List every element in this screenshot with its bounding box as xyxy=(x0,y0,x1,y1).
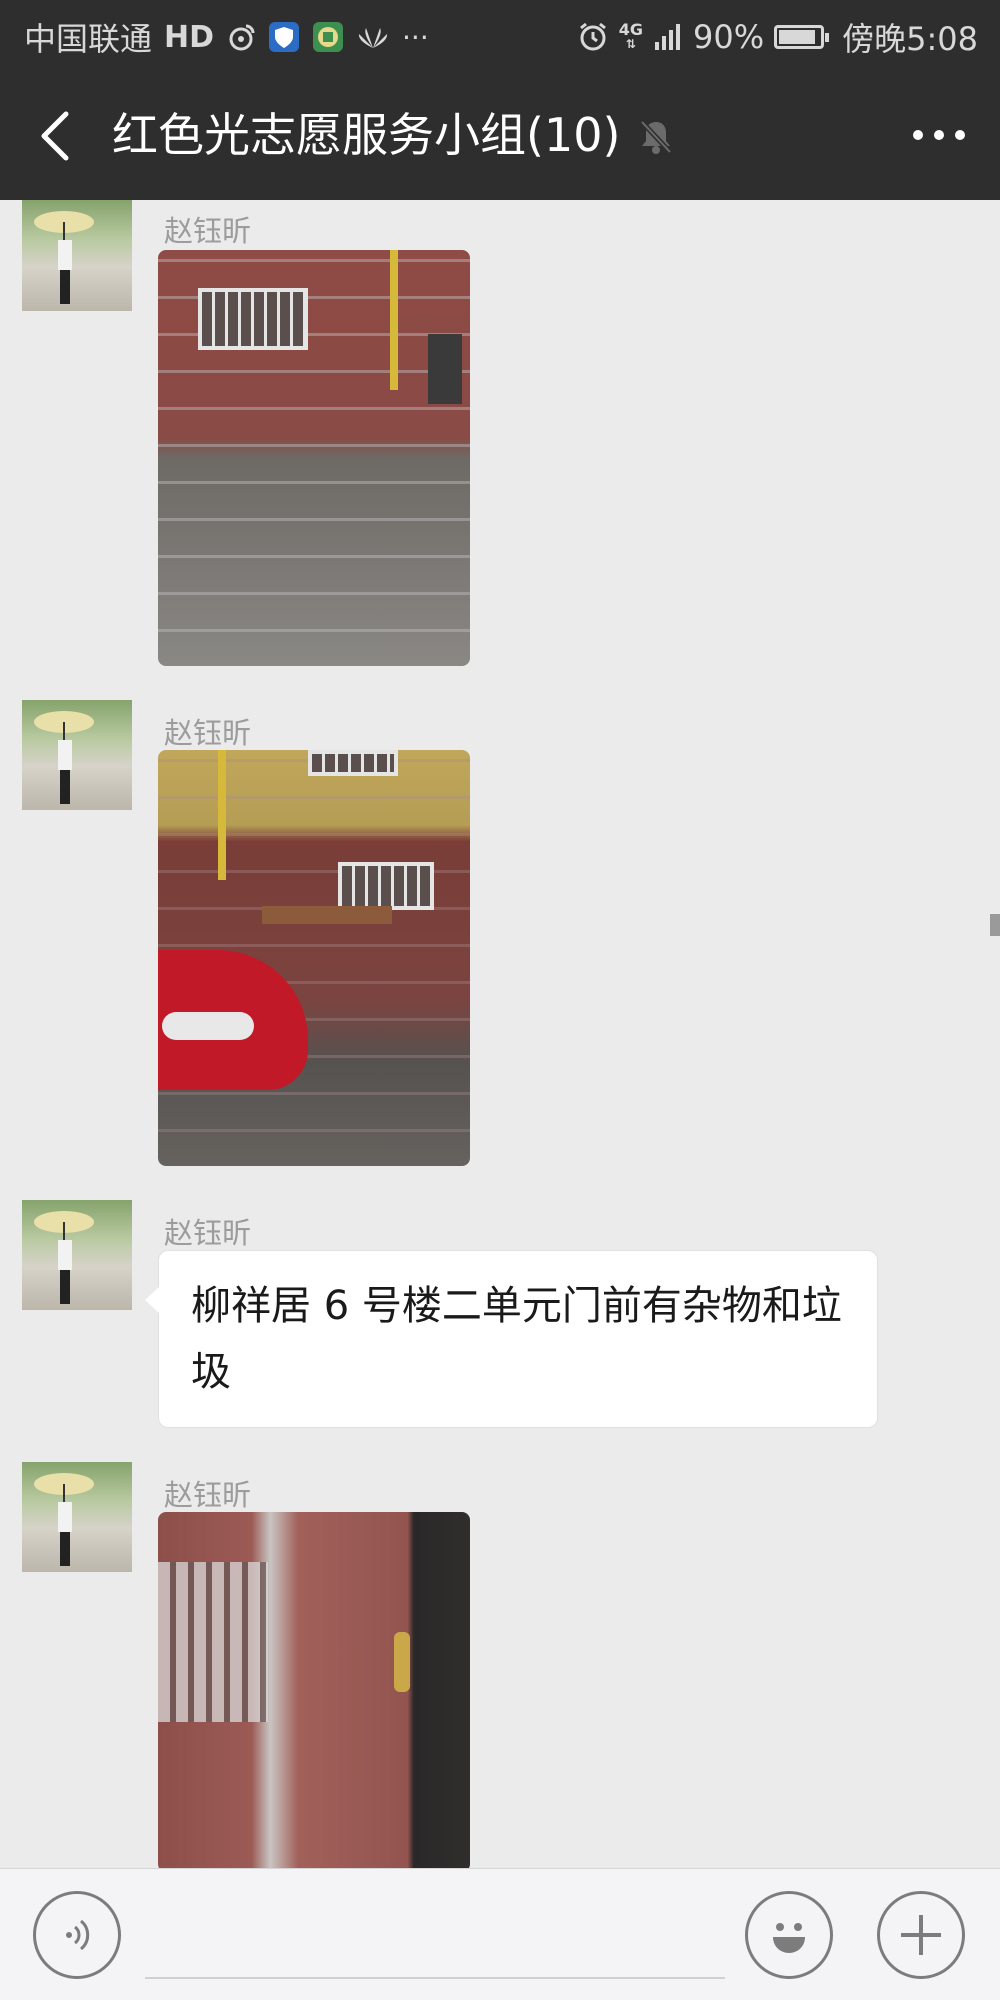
status-bar: 中国联通 HD ··· 4G ⇅ 90% 傍晚5:08 xyxy=(0,0,1000,70)
carrier-label: 中国联通 xyxy=(24,20,153,58)
avatar[interactable] xyxy=(22,700,132,810)
network-type-icon: 4G ⇅ xyxy=(618,20,643,52)
more-dots-icon: ··· xyxy=(402,20,429,54)
emoji-icon xyxy=(773,1923,805,1953)
voice-icon xyxy=(66,1919,90,1951)
battery-fill xyxy=(779,30,816,44)
more-options-button[interactable] xyxy=(908,112,970,158)
message-image[interactable] xyxy=(158,750,470,1166)
input-bar xyxy=(0,1868,1000,2000)
weibo-icon xyxy=(226,22,256,52)
emoji-button[interactable] xyxy=(745,1891,833,1979)
message-bubble[interactable]: 柳祥居 6 号楼二单元门前有杂物和垃圾 xyxy=(145,1250,878,1428)
scroll-indicator[interactable] xyxy=(990,914,1000,936)
sender-name: 赵钰昕 xyxy=(164,1478,252,1512)
sender-name: 赵钰昕 xyxy=(164,214,252,248)
signal-icon xyxy=(653,22,683,52)
battery-icon xyxy=(774,25,830,49)
message-input[interactable] xyxy=(145,1893,725,1979)
sender-name: 赵钰昕 xyxy=(164,1216,252,1250)
green-app-icon xyxy=(312,21,344,53)
shield-app-icon xyxy=(268,21,300,53)
avatar[interactable] xyxy=(22,200,132,311)
alarm-icon xyxy=(577,21,609,53)
message-text: 柳祥居 6 号楼二单元门前有杂物和垃圾 xyxy=(191,1283,842,1395)
bell-muted-icon xyxy=(636,116,676,156)
hd-icon: HD xyxy=(164,19,215,55)
chat-header: 红色光志愿服务小组(10) xyxy=(0,70,1000,200)
clock: 傍晚5:08 xyxy=(842,20,978,58)
voice-button[interactable] xyxy=(33,1891,121,1979)
more-functions-button[interactable] xyxy=(877,1891,965,1979)
chat-title: 红色光志愿服务小组(10) xyxy=(112,108,621,162)
huawei-icon xyxy=(356,24,390,50)
sender-name: 赵钰昕 xyxy=(164,716,252,750)
chevron-left-icon xyxy=(41,111,69,161)
message-image[interactable] xyxy=(158,250,470,666)
back-button[interactable] xyxy=(30,100,90,170)
message-image[interactable] xyxy=(158,1512,470,1872)
more-horizontal-icon xyxy=(913,130,965,140)
avatar[interactable] xyxy=(22,1462,132,1572)
battery-percent: 90% xyxy=(693,18,765,56)
plus-icon xyxy=(901,1915,941,1955)
avatar[interactable] xyxy=(22,1200,132,1310)
